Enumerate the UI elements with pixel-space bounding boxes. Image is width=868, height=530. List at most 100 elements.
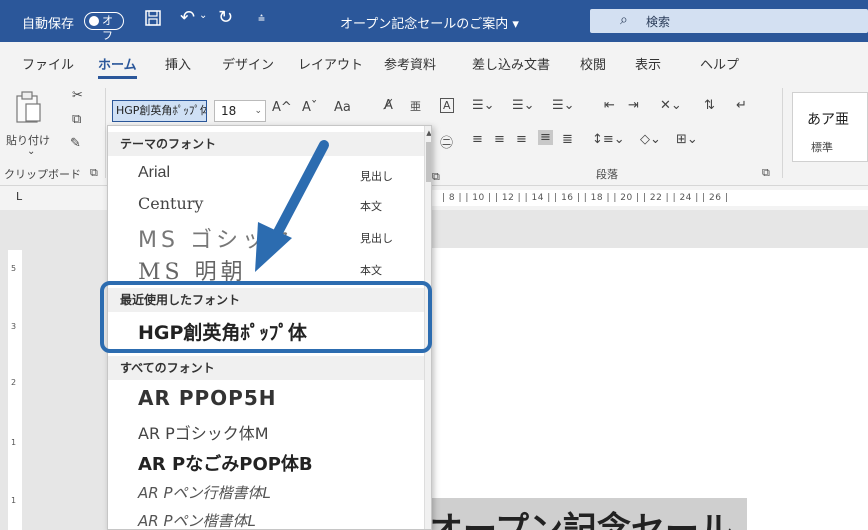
tab-review[interactable]: 校閲 xyxy=(580,54,606,73)
ruler-mark: 1 xyxy=(11,496,17,505)
decrease-indent-icon[interactable]: ⇤ xyxy=(604,98,615,113)
tab-layout[interactable]: レイアウト xyxy=(298,54,363,73)
tab-file[interactable]: ファイル xyxy=(22,54,74,73)
paste-icon[interactable] xyxy=(14,90,44,128)
phonetic-guide-icon[interactable]: 亜 xyxy=(410,98,421,114)
font-name: AR Pペン行楷書体L xyxy=(138,484,271,502)
style-name: 標準 xyxy=(811,141,833,154)
chevron-down-icon[interactable]: ⌄ xyxy=(254,101,262,121)
clipboard-group-label: クリップボード xyxy=(4,168,81,181)
multilevel-list-icon[interactable]: ☰⌄ xyxy=(552,98,575,113)
search-placeholder: 検索 xyxy=(646,15,671,29)
paragraph-launcher-icon[interactable]: ⧉ xyxy=(762,166,770,180)
font-usage-tag: 本文 xyxy=(360,264,382,277)
font-name: MS ゴシック xyxy=(138,228,294,253)
ruler-mark: 3 xyxy=(11,322,17,331)
font-option[interactable]: Century 本文 xyxy=(108,190,424,220)
font-name-field[interactable]: HGP創英角ﾎﾟｯﾌﾟ体 xyxy=(112,100,207,122)
font-name: AR Pペン楷書体L xyxy=(138,512,256,530)
tab-help[interactable]: ヘルプ xyxy=(700,54,739,73)
document-title[interactable]: オープン記念セールのご案内 ▾ xyxy=(340,13,519,32)
heading-text: オープン記念セール xyxy=(429,511,733,530)
align-left-icon[interactable]: ≡ xyxy=(472,132,483,147)
tab-references[interactable]: 参考資料 xyxy=(384,54,436,73)
cut-icon[interactable]: ✂ xyxy=(72,88,83,103)
customize-icon[interactable]: ⩮ xyxy=(258,11,265,26)
numbering-icon[interactable]: ☰⌄ xyxy=(512,98,535,113)
document-heading[interactable]: オープン記念セール xyxy=(425,498,747,530)
theme-fonts-header: テーマのフォント xyxy=(108,132,424,156)
search-input[interactable]: ⌕ 検索 xyxy=(590,9,868,33)
highlight-box xyxy=(100,281,432,353)
format-painter-icon[interactable]: ✎ xyxy=(70,136,81,151)
align-center-icon[interactable]: ≡ xyxy=(494,132,505,147)
horizontal-ruler[interactable]: | 8 | | 10 | | 12 | | 14 | | 16 | | 18 |… xyxy=(430,190,868,206)
enclosed-character-icon[interactable]: ㊁ xyxy=(440,132,453,151)
chevron-down-icon[interactable]: ⌄ xyxy=(199,10,207,21)
font-name: AR PなごみPOP体B xyxy=(138,454,313,475)
autosave-toggle[interactable]: オフ xyxy=(84,12,124,42)
shrink-font-button[interactable]: Aˇ xyxy=(302,100,317,115)
asian-layout-icon[interactable]: ✕⌄ xyxy=(660,98,682,113)
copy-icon[interactable]: ⧉ xyxy=(72,112,81,127)
group-separator xyxy=(105,88,106,178)
align-right-icon[interactable]: ≡ xyxy=(516,132,527,147)
character-border-icon[interactable]: A xyxy=(440,98,454,113)
scrollbar-thumb[interactable] xyxy=(426,142,431,182)
autosave-label: 自動保存 xyxy=(22,17,75,32)
tab-home[interactable]: ホーム xyxy=(98,54,137,79)
vertical-ruler[interactable]: 5 3 2 1 1 xyxy=(8,250,22,530)
justify-icon[interactable]: ≡ xyxy=(538,130,553,145)
font-name: Arial xyxy=(138,164,171,181)
font-usage-tag: 本文 xyxy=(360,200,382,213)
redo-icon[interactable]: ↻ xyxy=(218,7,233,28)
change-case-button[interactable]: Aa xyxy=(334,100,351,115)
font-option[interactable]: AR Pペン行楷書体L xyxy=(108,478,424,506)
font-option[interactable]: AR Pペン楷書体L xyxy=(108,506,424,530)
show-marks-icon[interactable]: ↵ xyxy=(736,98,747,113)
borders-icon[interactable]: ⊞⌄ xyxy=(676,132,698,147)
tab-mailings[interactable]: 差し込み文書 xyxy=(472,54,550,73)
tab-insert[interactable]: 挿入 xyxy=(165,54,191,73)
distributed-icon[interactable]: ≣ xyxy=(562,132,573,147)
shading-icon[interactable]: ◇⌄ xyxy=(640,132,661,147)
title-bar: 自動保存 オフ ↶ ⌄ ↻ ⩮ オープン記念セールのご案内 ▾ ⌕ 検索 xyxy=(0,0,868,42)
font-name: AR PPOP5H xyxy=(138,386,277,410)
font-usage-tag: 見出し xyxy=(360,232,393,245)
font-size-field[interactable]: 18 ⌄ xyxy=(214,100,266,122)
ruler-mark: 2 xyxy=(11,378,17,387)
clear-formatting-icon[interactable]: A̸ xyxy=(384,98,393,113)
autosave-state: オフ xyxy=(102,14,113,42)
save-icon[interactable] xyxy=(144,9,162,31)
sort-icon[interactable]: ⇅ xyxy=(704,98,715,113)
tab-view[interactable]: 表示 xyxy=(635,54,661,73)
font-option[interactable]: AR PなごみPOP体B xyxy=(108,446,424,478)
document-page[interactable] xyxy=(427,248,868,530)
all-fonts-header: すべてのフォント xyxy=(108,356,424,380)
scroll-up-icon[interactable]: ▲ xyxy=(425,126,431,140)
font-launcher-icon[interactable]: ⧉ xyxy=(432,170,440,184)
grow-font-button[interactable]: A^ xyxy=(272,100,292,115)
tab-design[interactable]: デザイン xyxy=(222,54,274,73)
font-size-value: 18 xyxy=(221,104,237,118)
tab-selector[interactable]: L xyxy=(16,190,22,203)
line-spacing-icon[interactable]: ↕≡⌄ xyxy=(592,132,625,147)
clipboard-launcher-icon[interactable]: ⧉ xyxy=(90,166,98,180)
paragraph-group-label: 段落 xyxy=(596,168,618,181)
toggle-knob xyxy=(89,16,99,26)
bullets-icon[interactable]: ☰⌄ xyxy=(472,98,495,113)
font-option[interactable]: Arial 見出し xyxy=(108,160,424,190)
style-sample: あア亜 xyxy=(807,112,849,128)
ruler-mark: 1 xyxy=(11,438,17,447)
search-icon: ⌕ xyxy=(620,12,628,28)
font-usage-tag: 見出し xyxy=(360,170,393,183)
ruler-mark: 5 xyxy=(11,264,17,273)
font-option[interactable]: AR Pゴシック体M xyxy=(108,416,424,446)
font-option[interactable]: MS 明朝 本文 xyxy=(108,252,424,285)
undo-icon[interactable]: ↶ xyxy=(180,7,195,28)
paste-dropdown-icon[interactable]: ⌄ xyxy=(27,146,35,157)
font-option[interactable]: AR PPOP5H xyxy=(108,382,424,416)
style-normal[interactable]: あア亜 標準 xyxy=(792,92,868,162)
font-option[interactable]: MS ゴシック 見出し xyxy=(108,220,424,253)
increase-indent-icon[interactable]: ⇥ xyxy=(628,98,639,113)
